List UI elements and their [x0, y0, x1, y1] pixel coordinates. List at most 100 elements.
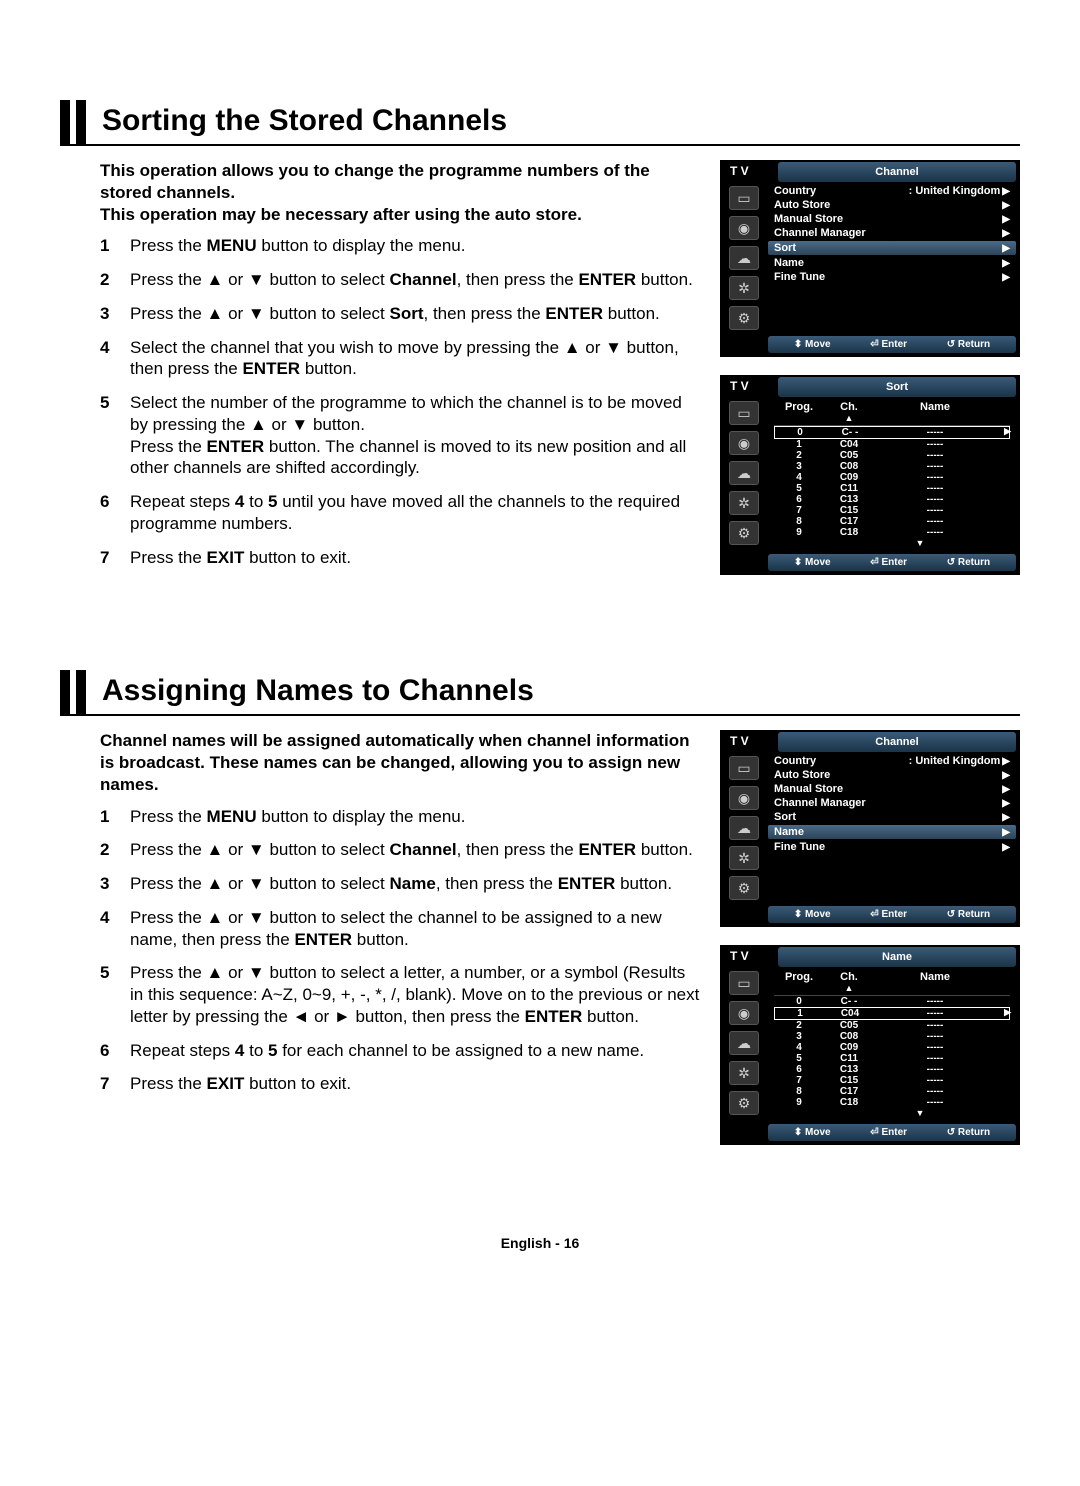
osd-menu-item[interactable]: Auto Store ▶: [768, 198, 1016, 212]
osd-table-row[interactable]: 6 C13 -----: [774, 494, 1010, 505]
osd-menu-item[interactable]: Country : United Kingdom ▶: [768, 754, 1016, 768]
screenshot-column: T V Channel ▭◉☁✲⚙ Country : United Kingdom…: [720, 730, 1020, 1145]
col-header-name: Name: [874, 971, 996, 993]
cell-arrow: [996, 1042, 1010, 1053]
step-list: 1 Press the MENU button to display the m…: [60, 806, 700, 1096]
step-item: 7 Press the EXIT button to exit.: [60, 547, 700, 569]
cell-arrow: [995, 427, 1009, 438]
col-header-prog: Prog.: [774, 401, 824, 423]
osd-table-row[interactable]: 0 C- - -----: [774, 996, 1010, 1007]
cell-prog: 3: [774, 1031, 824, 1042]
cell-name: -----: [874, 996, 996, 1007]
osd-menu-item[interactable]: Manual Store ▶: [768, 212, 1016, 226]
osd-table-row[interactable]: 9 C18 -----: [774, 1097, 1010, 1108]
cell-prog: 5: [774, 1053, 824, 1064]
osd-table-row[interactable]: 6 C13 -----: [774, 1064, 1010, 1075]
osd-category-icon: ✲: [729, 1061, 759, 1085]
osd-table-row[interactable]: 7 C15 -----: [774, 1075, 1010, 1086]
osd-item-label: Sort: [774, 811, 796, 823]
osd-table-panel: T V Name▭◉☁✲⚙Prog. Ch.▲ Name 0 C- - ----…: [720, 945, 1020, 1145]
osd-table-row[interactable]: 1 C04 -----: [774, 439, 1010, 450]
cell-ch: C11: [824, 483, 874, 494]
osd-table-row[interactable]: 8 C17 -----: [774, 1086, 1010, 1097]
step-text: Repeat steps 4 to 5 for each channel to …: [130, 1040, 700, 1062]
osd-menu-item[interactable]: Channel Manager ▶: [768, 796, 1016, 810]
osd-category-icon: ⚙: [729, 521, 759, 545]
osd-category-icon: ☁: [729, 246, 759, 270]
osd-icon-column: ▭◉☁✲⚙: [720, 969, 768, 1118]
osd-item-label: Country: [774, 755, 816, 767]
step-item: 3 Press the ▲ or ▼ button to select Name…: [60, 873, 700, 895]
cell-prog: 5: [774, 483, 824, 494]
cell-arrow: [996, 1086, 1010, 1097]
osd-menu-item[interactable]: Sort ▶: [768, 241, 1016, 255]
osd-table-row[interactable]: 3 C08 -----: [774, 1031, 1010, 1042]
cell-name: -----: [874, 505, 996, 516]
arrow-right-icon: ▶: [1002, 186, 1010, 197]
step-text: Select the number of the programme to wh…: [130, 392, 700, 479]
cell-arrow: [996, 461, 1010, 472]
cell-ch: C09: [824, 1042, 874, 1053]
cell-prog: 3: [774, 461, 824, 472]
cell-prog: 7: [774, 1075, 824, 1086]
osd-table-row[interactable]: 1 C04 -----: [774, 1007, 1010, 1020]
osd-item-value: ▶: [1002, 812, 1010, 823]
arrow-down-icon: ▼: [830, 538, 1010, 548]
step-text: Press the ▲ or ▼ button to select the ch…: [130, 907, 700, 951]
step-number: 4: [100, 907, 130, 951]
osd-menu-item[interactable]: Sort ▶: [768, 810, 1016, 824]
osd-menu-item[interactable]: Name ▶: [768, 256, 1016, 270]
osd-menu-item[interactable]: Country : United Kingdom ▶: [768, 184, 1016, 198]
osd-table-row[interactable]: 7 C15 -----: [774, 505, 1010, 516]
osd-table-row[interactable]: 4 C09 -----: [774, 1042, 1010, 1053]
osd-footer: ⬍ Move ⏎ Enter ↺ Return: [768, 906, 1016, 923]
osd-table-row[interactable]: 4 C09 -----: [774, 472, 1010, 483]
page: Sorting the Stored ChannelsThis operatio…: [60, 0, 1020, 1311]
osd-menu-item[interactable]: Auto Store ▶: [768, 768, 1016, 782]
cell-name: -----: [874, 527, 996, 538]
osd-table-row[interactable]: 5 C11 -----: [774, 483, 1010, 494]
osd-footer: ⬍ Move ⏎ Enter ↺ Return: [768, 554, 1016, 571]
osd-table-row[interactable]: 9 C18 -----: [774, 527, 1010, 538]
cell-ch: C15: [824, 505, 874, 516]
cell-name: -----: [874, 1064, 996, 1075]
osd-tv-label: T V: [720, 730, 778, 752]
cell-arrow: [996, 996, 1010, 1007]
osd-menu-item[interactable]: Name ▶: [768, 825, 1016, 839]
cell-prog: 9: [774, 527, 824, 538]
osd-item-value: ▶: [1002, 784, 1010, 795]
arrow-right-icon: ▶: [1002, 243, 1010, 254]
step-number: 7: [100, 1073, 130, 1095]
col-header-prog: Prog.: [774, 971, 824, 993]
arrow-right-icon: ▶: [1002, 214, 1010, 225]
osd-item-label: Fine Tune: [774, 841, 825, 853]
cell-arrow: [996, 439, 1010, 450]
osd-table-row[interactable]: 2 C05 -----: [774, 1020, 1010, 1031]
step-item: 6 Repeat steps 4 to 5 until you have mov…: [60, 491, 700, 535]
cell-arrow: [996, 450, 1010, 461]
osd-table-row[interactable]: 8 C17 -----: [774, 516, 1010, 527]
osd-menu-item[interactable]: Fine Tune ▶: [768, 840, 1016, 854]
osd-title: Channel: [778, 732, 1016, 752]
osd-table-row[interactable]: 3 C08 -----: [774, 461, 1010, 472]
cell-prog: 1: [774, 439, 824, 450]
osd-table-row[interactable]: 5 C11 -----: [774, 1053, 1010, 1064]
manual-section: Sorting the Stored ChannelsThis operatio…: [60, 100, 1020, 580]
osd-tv-label: T V: [720, 375, 778, 397]
arrow-right-icon: ▶: [1002, 228, 1010, 239]
osd-hint-return: ↺ Return: [947, 1127, 990, 1138]
osd-menu-item[interactable]: Channel Manager ▶: [768, 226, 1016, 240]
cell-arrow: [995, 1008, 1009, 1019]
cell-ch: C08: [824, 461, 874, 472]
osd-channel-table: Prog. Ch.▲ Name 0 C- - ----- 1 C04 -----…: [768, 399, 1016, 548]
osd-table-row[interactable]: 0 C- - -----: [774, 426, 1010, 439]
osd-tv-label: T V: [720, 945, 778, 967]
cell-prog: 4: [774, 472, 824, 483]
cell-name: -----: [874, 1075, 996, 1086]
osd-menu-item[interactable]: Fine Tune ▶: [768, 270, 1016, 284]
step-text: Select the channel that you wish to move…: [130, 337, 700, 381]
osd-category-icon: ⚙: [729, 876, 759, 900]
osd-table-row[interactable]: 2 C05 -----: [774, 450, 1010, 461]
osd-menu-item[interactable]: Manual Store ▶: [768, 782, 1016, 796]
cell-prog: 4: [774, 1042, 824, 1053]
